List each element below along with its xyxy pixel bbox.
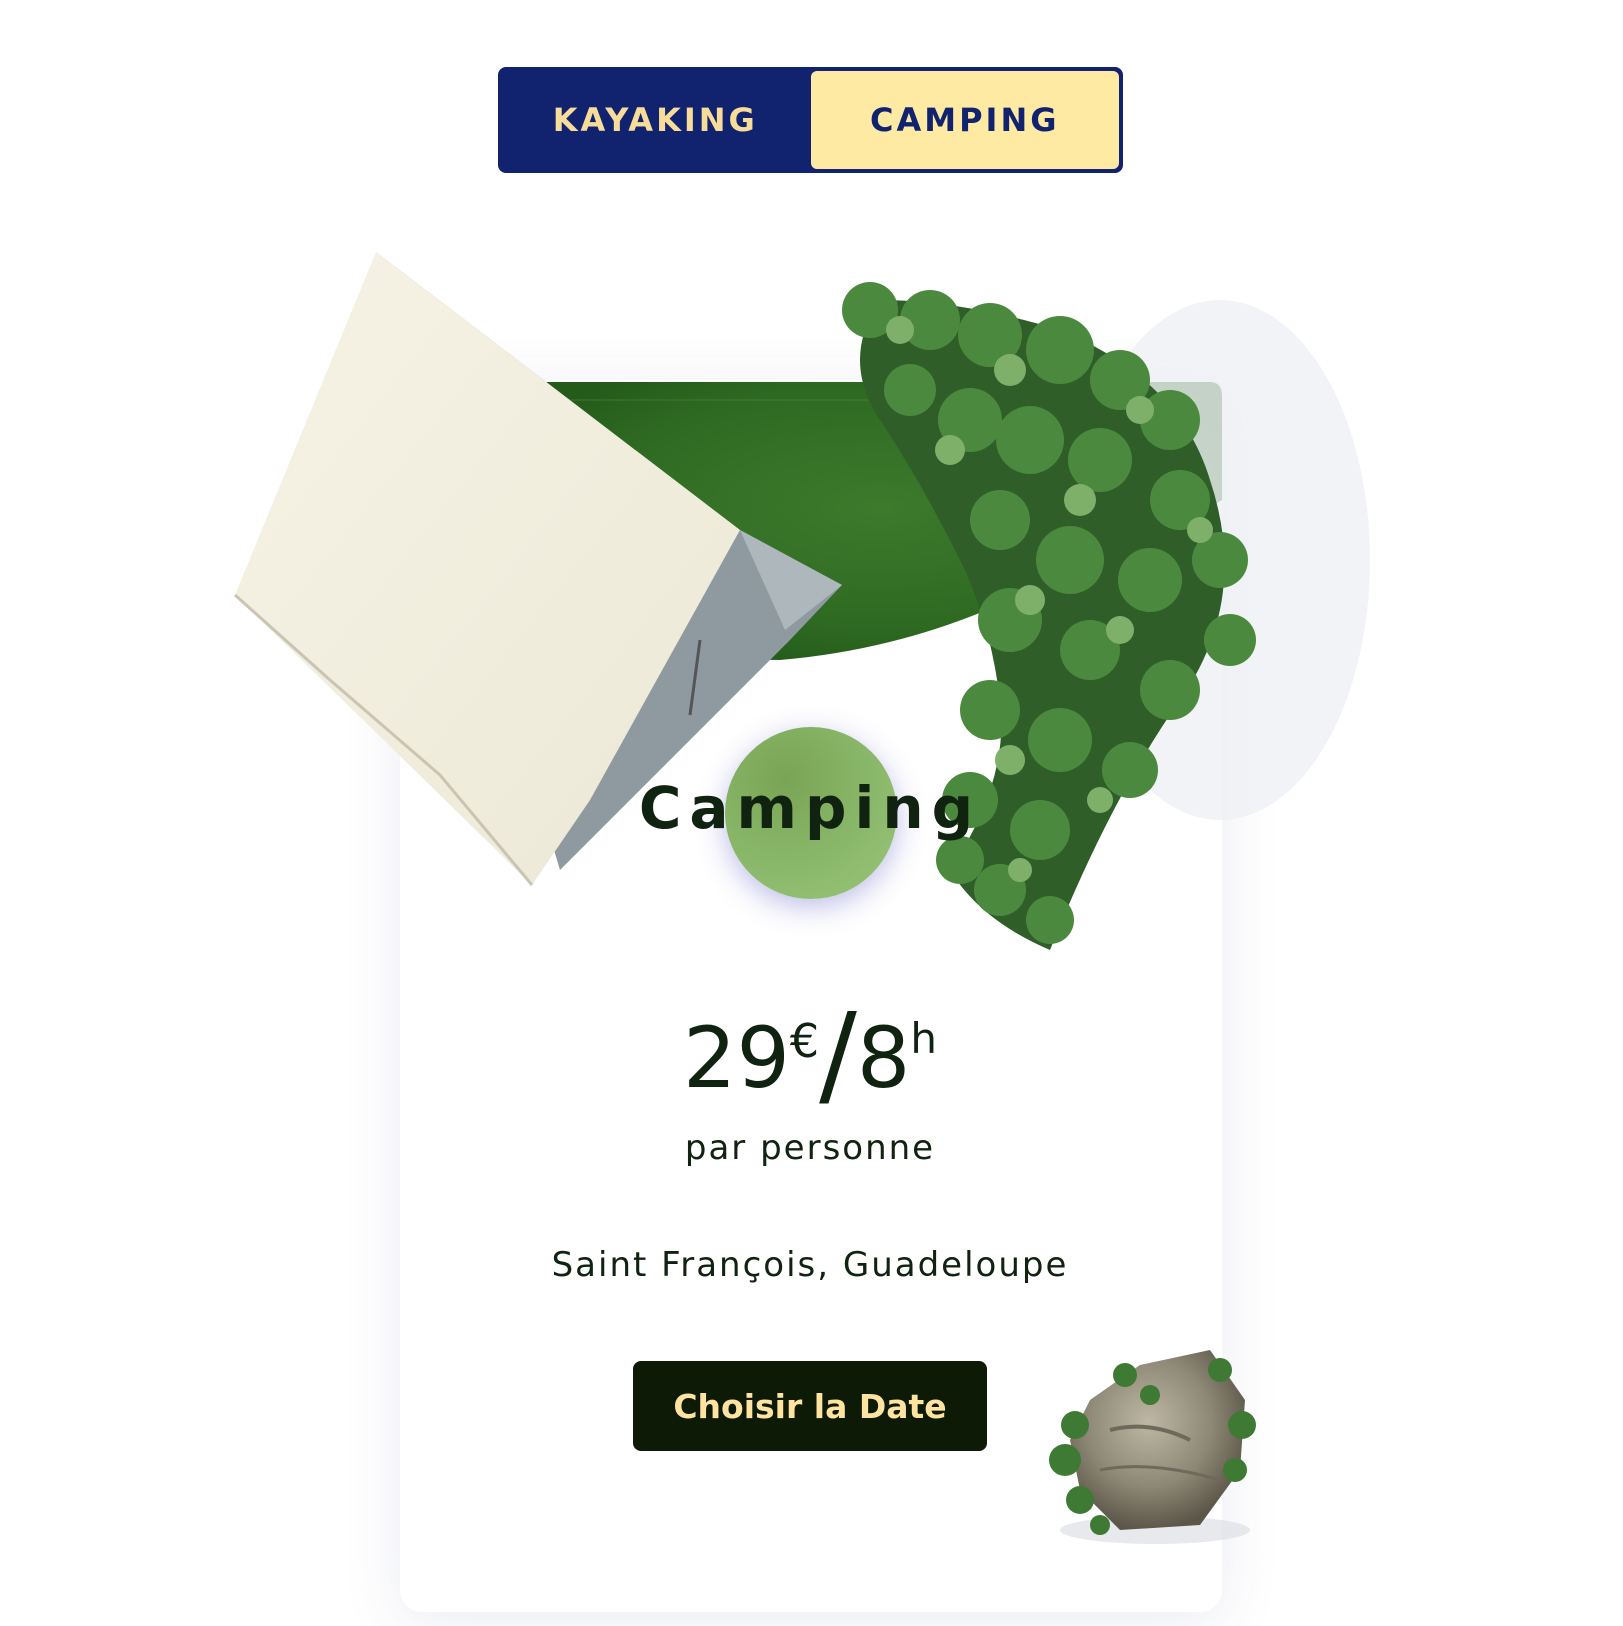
location-label: Saint François, Guadeloupe xyxy=(551,1245,1069,1285)
price-amount: 29 xyxy=(683,1009,790,1107)
price-currency: € xyxy=(789,1014,820,1068)
price-separator: / xyxy=(819,990,857,1120)
per-person-label: par personne xyxy=(684,1128,936,1168)
rock-illustration xyxy=(1049,1350,1256,1544)
choose-date-button[interactable]: Choisir la Date xyxy=(633,1361,987,1451)
price-duration: 8 xyxy=(856,1009,911,1107)
price: 29€/8h xyxy=(560,990,1060,1120)
price-unit: h xyxy=(910,1014,937,1063)
card-title: Camping xyxy=(638,774,982,842)
page: KAYAKING CAMPING Camping 29€/8h par pers… xyxy=(0,0,1623,1626)
